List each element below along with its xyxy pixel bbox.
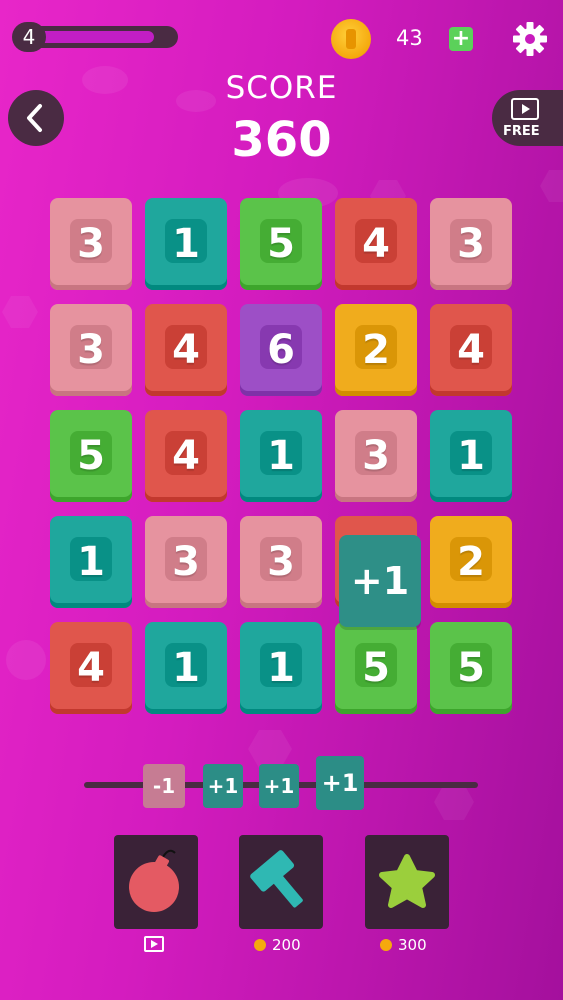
background-hexagon bbox=[2, 296, 38, 328]
queue-tile: +1 bbox=[203, 764, 243, 808]
tile-number: 4 bbox=[172, 433, 200, 479]
board-tile[interactable]: 4 bbox=[430, 304, 512, 396]
hammer-cost: 200 bbox=[254, 936, 301, 954]
tile-number: 3 bbox=[267, 539, 295, 585]
board-tile[interactable]: 3 bbox=[50, 304, 132, 396]
hammer-cost-value: 200 bbox=[272, 936, 301, 954]
star-powerup-button[interactable] bbox=[365, 835, 449, 929]
tile-number: 1 bbox=[172, 645, 200, 691]
tile-number: 1 bbox=[77, 539, 105, 585]
board-tile[interactable]: 1 bbox=[240, 410, 322, 502]
tile-number: 2 bbox=[362, 327, 390, 373]
level-progress: 4 bbox=[12, 22, 178, 52]
game-board: 3 1 5 4 3 3 4 6 2 4 5 4 1 3 1 1 3 3 2 4 1 1 5 5 bbox=[50, 198, 514, 718]
board-tile[interactable]: 1 bbox=[145, 622, 227, 714]
board-tile[interactable]: 1 bbox=[430, 410, 512, 502]
tile-number: 4 bbox=[77, 645, 105, 691]
background-bubble bbox=[6, 640, 46, 680]
board-tile[interactable]: 3 bbox=[50, 198, 132, 290]
score-value: 360 bbox=[231, 112, 332, 168]
tile-number: 5 bbox=[362, 645, 390, 691]
tile-number: 3 bbox=[77, 327, 105, 373]
background-hexagon bbox=[434, 784, 474, 820]
board-tile[interactable]: 3 bbox=[145, 516, 227, 608]
add-coins-button[interactable]: + bbox=[449, 27, 473, 51]
star-icon bbox=[379, 854, 435, 908]
score-label: SCORE bbox=[225, 70, 338, 106]
queue-tile: +1 bbox=[259, 764, 299, 808]
bomb-powerup-button[interactable] bbox=[114, 835, 198, 929]
level-progress-fill bbox=[30, 31, 154, 43]
tile-number: 2 bbox=[457, 539, 485, 585]
tile-number: 4 bbox=[362, 221, 390, 267]
tile-number: 1 bbox=[267, 433, 295, 479]
tile-number: 3 bbox=[77, 221, 105, 267]
star-cost: 300 bbox=[380, 936, 427, 954]
tile-number: 1 bbox=[267, 645, 295, 691]
hammer-powerup-button[interactable] bbox=[239, 835, 323, 929]
board-tile[interactable]: 6 bbox=[240, 304, 322, 396]
board-tile[interactable]: 1 bbox=[240, 622, 322, 714]
level-number: 4 bbox=[12, 22, 46, 52]
bomb-icon bbox=[129, 849, 179, 912]
coin-icon bbox=[254, 939, 266, 951]
tile-number: 5 bbox=[77, 433, 105, 479]
board-tile[interactable]: 5 bbox=[50, 410, 132, 502]
board-tile[interactable]: 3 bbox=[240, 516, 322, 608]
video-icon bbox=[144, 936, 164, 952]
board-tile[interactable]: 5 bbox=[240, 198, 322, 290]
board-tile[interactable]: 1 bbox=[50, 516, 132, 608]
board-tile[interactable]: 3 bbox=[335, 410, 417, 502]
hammer-icon bbox=[250, 850, 303, 908]
board-tile[interactable]: 4 bbox=[335, 198, 417, 290]
tile-number: 5 bbox=[457, 645, 485, 691]
tile-number: 3 bbox=[457, 221, 485, 267]
board-tile[interactable]: 3 bbox=[430, 198, 512, 290]
board-tile[interactable]: 2 bbox=[335, 304, 417, 396]
tile-number: 4 bbox=[457, 327, 485, 373]
board-tile[interactable]: 4 bbox=[145, 304, 227, 396]
held-tile[interactable]: +1 bbox=[339, 535, 421, 627]
tile-number: 1 bbox=[457, 433, 485, 479]
board-tile[interactable]: 5 bbox=[335, 622, 417, 714]
board-tile[interactable]: 5 bbox=[430, 622, 512, 714]
board-tile[interactable]: 2 bbox=[430, 516, 512, 608]
coin-count: 43 bbox=[396, 26, 423, 50]
coin-icon bbox=[331, 19, 371, 59]
tile-number: 6 bbox=[267, 327, 295, 373]
board-tile[interactable]: 4 bbox=[145, 410, 227, 502]
tile-number: 3 bbox=[362, 433, 390, 479]
coin-icon bbox=[380, 939, 392, 951]
star-cost-value: 300 bbox=[398, 936, 427, 954]
queue-tile: -1 bbox=[143, 764, 185, 808]
queue-tile-next: +1 bbox=[316, 756, 364, 810]
tile-number: 3 bbox=[172, 539, 200, 585]
background-hexagon bbox=[540, 170, 563, 202]
tile-number: 1 bbox=[172, 221, 200, 267]
background-hexagon bbox=[248, 730, 292, 768]
tile-number: 4 bbox=[172, 327, 200, 373]
board-tile[interactable]: 4 bbox=[50, 622, 132, 714]
tile-number: 5 bbox=[267, 221, 295, 267]
settings-gear-icon[interactable] bbox=[512, 21, 548, 57]
board-tile[interactable]: 1 bbox=[145, 198, 227, 290]
